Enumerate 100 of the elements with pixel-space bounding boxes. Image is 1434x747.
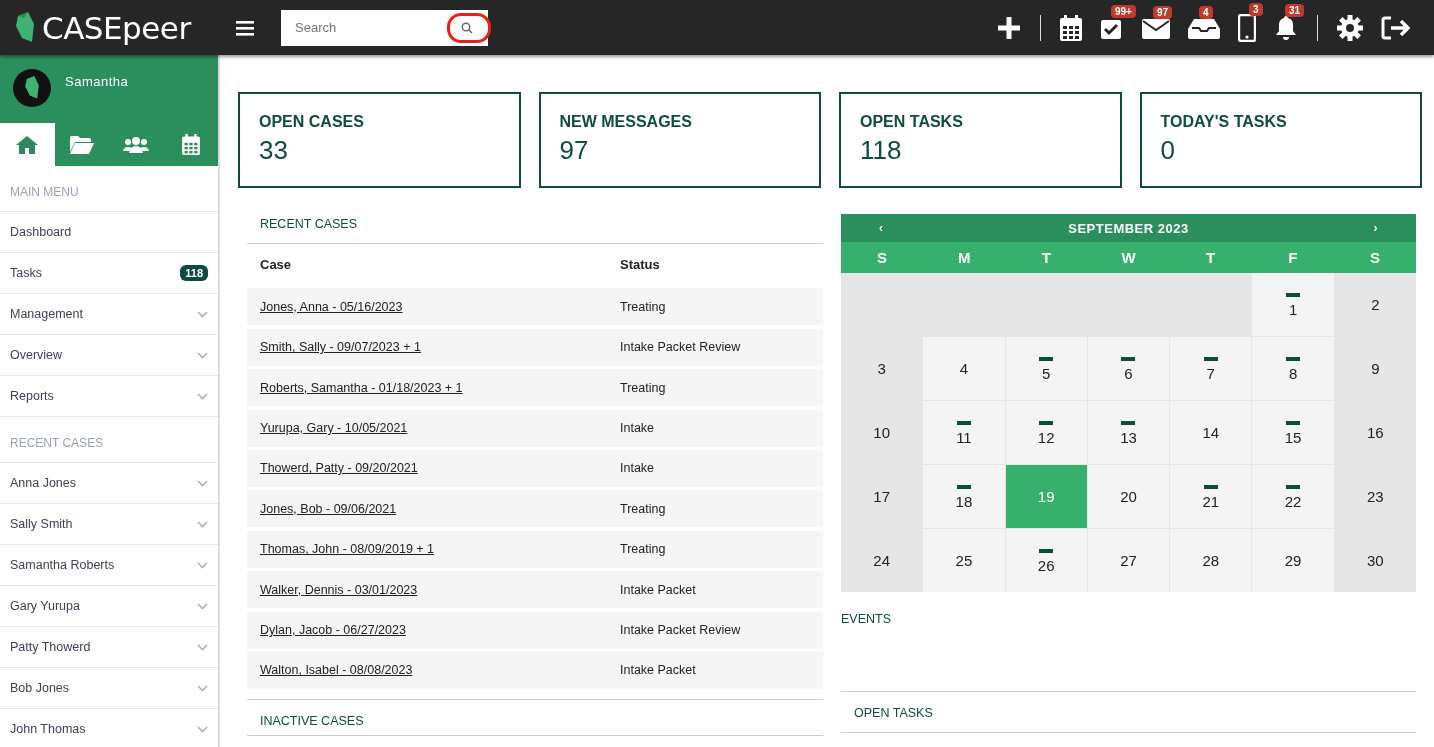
calendar-day[interactable]: 29 (1252, 529, 1334, 592)
status-cell-text: Treating (620, 501, 667, 516)
section-heading: MAIN MENU (0, 166, 218, 212)
calendar-day[interactable]: 25 (923, 529, 1005, 592)
case-link[interactable]: Jones, Anna - 05/16/2023 (260, 299, 403, 314)
stat-value: 118 (860, 135, 903, 166)
count-badge: 97 (1153, 5, 1173, 19)
weekday-label: S (876, 249, 889, 266)
status-cell-text: Treating (620, 542, 667, 557)
status-cell-text: Intake (620, 461, 656, 476)
search-field[interactable]: Search (281, 9, 488, 46)
menu-item[interactable]: John Thomas (0, 709, 218, 747)
status-cell-text: Treating (620, 299, 667, 314)
stat-label: NEW MESSAGES (559, 113, 693, 131)
calendar-day[interactable]: 22 (1252, 465, 1334, 528)
next-month-button[interactable]: › (1373, 221, 1378, 235)
menu-item[interactable]: Gary Yurupa (0, 586, 218, 627)
calendar-day[interactable]: 8 (1252, 337, 1334, 400)
stat-label: OPEN TASKS (860, 113, 964, 131)
menu-item[interactable]: Tasks 118 (0, 253, 218, 294)
weekday-label: W (1120, 249, 1137, 266)
stat-label: OPEN CASES (259, 113, 365, 131)
month-title: SEPTEMBER 2023 (1068, 220, 1189, 236)
column-header: Status (620, 257, 661, 272)
menu-item[interactable]: Patty Thowerd (0, 627, 218, 668)
calendar-day[interactable]: 7 (1170, 337, 1252, 400)
calendar-day[interactable]: 20 (1087, 465, 1170, 528)
status-cell-text: Treating (620, 380, 667, 395)
section-heading: RECENT CASES (0, 417, 218, 463)
case-link[interactable]: Jones, Bob - 09/06/2021 (260, 501, 397, 516)
highlight-ring (447, 12, 491, 43)
case-link[interactable]: Walker, Dennis - 03/01/2023 (260, 582, 418, 597)
people-icon (123, 135, 150, 154)
case-link[interactable]: Smith, Sally - 09/07/2023 + 1 (260, 340, 421, 355)
calendar-day[interactable]: 11 (923, 401, 1005, 464)
calendar-day[interactable]: 14 (1170, 401, 1252, 464)
bell-icon[interactable] (1274, 14, 1298, 41)
case-link[interactable]: Walton, Isabel - 08/08/2023 (260, 663, 413, 678)
search-icon[interactable] (461, 21, 473, 34)
settings-icon[interactable] (1337, 14, 1363, 41)
case-link[interactable]: Roberts, Samantha - 01/18/2023 + 1 (260, 380, 463, 395)
logo-text: CASEpeer (42, 9, 191, 46)
weekday-label: M (956, 249, 972, 266)
mail-icon[interactable] (1142, 16, 1170, 39)
sidebar-tab[interactable] (0, 123, 55, 166)
weekday-label: F (1287, 249, 1299, 266)
count-badge: 118 (180, 265, 208, 281)
section-title: OPEN TASKS (841, 692, 1416, 733)
stat-label: TODAY'S TASKS (1160, 113, 1288, 131)
count-badge: 3 (1249, 2, 1263, 16)
status-cell-text: Intake Packet Review (620, 340, 742, 355)
calendar-day[interactable]: 28 (1170, 529, 1252, 592)
status-cell-text: Intake Packet (620, 582, 697, 597)
logout-icon[interactable] (1381, 15, 1411, 40)
case-link[interactable]: Dylan, Jacob - 06/27/2023 (260, 623, 406, 637)
stat-value: 97 (559, 135, 590, 166)
section-title: RECENT CASES (247, 214, 823, 244)
menu-item[interactable]: Samantha Roberts (0, 545, 218, 586)
calendar-day[interactable]: 15 (1252, 401, 1334, 464)
calendar-day[interactable]: 21 (1170, 465, 1252, 528)
calendar-day[interactable]: 12 (1005, 401, 1087, 464)
menu-item[interactable]: Reports (0, 376, 218, 417)
weekday-label: S (1368, 249, 1381, 266)
case-link[interactable]: Thowerd, Patty - 09/20/2021 (260, 461, 418, 476)
calendar-day[interactable]: 27 (1087, 529, 1170, 592)
section-title: EVENTS (841, 592, 1416, 692)
menu-item[interactable]: Bob Jones (0, 668, 218, 709)
calendar-day[interactable]: 13 (1087, 401, 1170, 464)
calendar-day[interactable]: 1 (1252, 273, 1334, 336)
calendar-day[interactable]: 4 (923, 337, 1005, 400)
user-name: Samantha (65, 74, 129, 89)
weekday-label: T (1040, 249, 1052, 266)
case-link[interactable]: Yurupa, Gary - 10/05/2021 (260, 421, 408, 436)
home-icon (15, 134, 40, 155)
menu-icon[interactable] (236, 19, 254, 36)
stat-value: 0 (1160, 135, 1176, 166)
count-badge: 31 (1285, 3, 1305, 17)
plus-icon[interactable] (997, 15, 1021, 40)
menu-item[interactable]: Dashboard (0, 212, 218, 253)
calendar-day[interactable]: 18 (923, 465, 1005, 528)
case-link[interactable]: Thomas, John - 08/09/2019 + 1 (260, 542, 435, 557)
inbox-icon[interactable] (1188, 16, 1220, 39)
calendar-icon[interactable] (1060, 14, 1082, 41)
menu-item[interactable]: Overview (0, 335, 218, 376)
count-badge: 4 (1199, 5, 1213, 19)
section-title: INACTIVE CASES (247, 698, 823, 736)
folder-icon (69, 135, 94, 154)
menu-item[interactable]: Management (0, 294, 218, 335)
weekday-label: T (1205, 249, 1217, 266)
status-cell-text: Intake Packet Review (620, 623, 742, 637)
calendar-day[interactable]: 6 (1087, 337, 1170, 400)
menu-item[interactable]: Sally Smith (0, 504, 218, 545)
calendar-day[interactable]: 5 (1005, 337, 1087, 400)
count-badge: 99+ (1111, 4, 1136, 18)
menu-item[interactable]: Anna Jones (0, 463, 218, 504)
column-header: Case (259, 257, 293, 272)
phone-icon[interactable] (1238, 13, 1256, 42)
calendar-day[interactable]: 26 (1005, 529, 1087, 592)
status-cell-text: Intake (620, 421, 656, 436)
previous-month-button[interactable]: ‹ (879, 221, 884, 235)
